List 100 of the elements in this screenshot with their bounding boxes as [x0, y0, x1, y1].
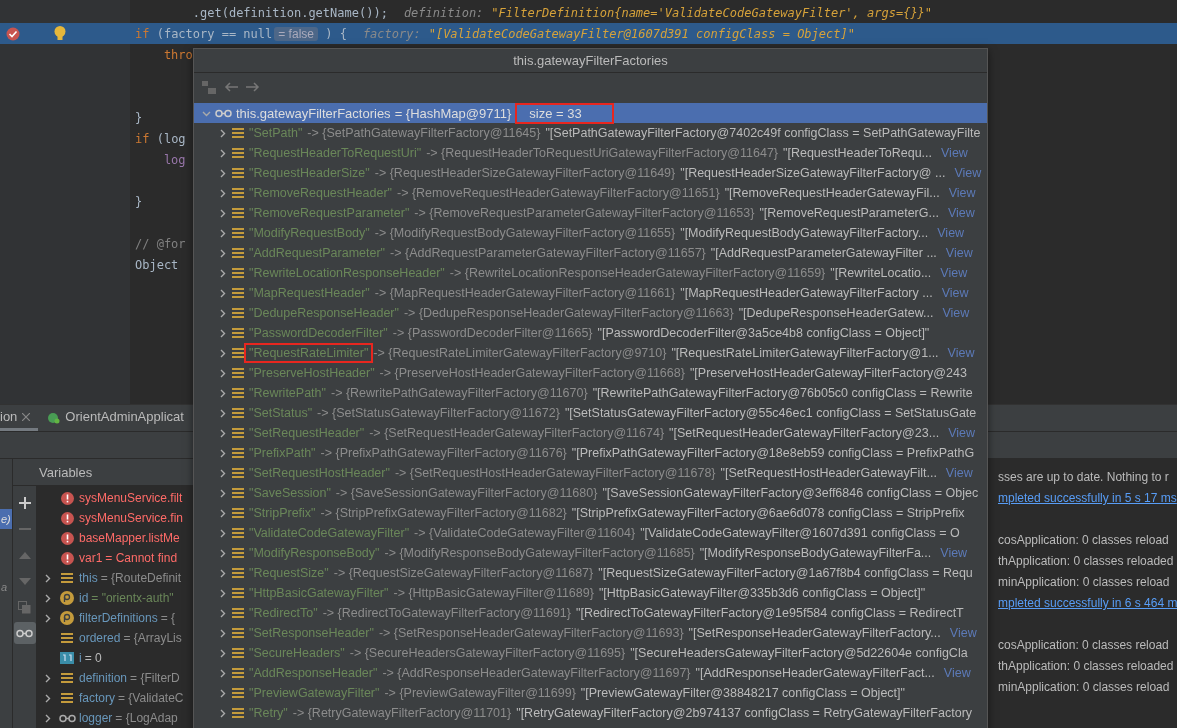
- entry-key: "PreserveHostHeader": [244, 363, 380, 383]
- console-line: sses are up to date. Nothing to r: [998, 469, 1170, 486]
- list-icon: [232, 567, 244, 579]
- entry-value: "[SetPathGatewayFilterFactory@7402c49f configClass = SetPathGatewayFilte: [545, 126, 981, 140]
- view-link[interactable]: View: [947, 346, 975, 360]
- entry-type: -> {PrefixPathGatewayFilterFactory@11676}: [320, 446, 567, 460]
- view-link[interactable]: View: [947, 206, 975, 220]
- console-link[interactable]: mpleted successfully in 6 s 464 m: [998, 593, 1177, 614]
- entry-value: "[ModifyRequestBodyGatewayFilterFactory...: [680, 226, 929, 240]
- entry-value: "[RequestSizeGatewayFilterFactory@1a67f8b4 configClass = Requ: [598, 566, 973, 580]
- session-tab[interactable]: OrientAdminApplicat: [46, 405, 192, 431]
- entry-value: "[HttpBasicGatewayFilter@335b3d6 configClass = Object]": [598, 586, 926, 600]
- tree-root-row[interactable]: this.gatewayFilterFactories = {HashMap@9711} size = 33: [194, 103, 987, 123]
- glasses-icon: [16, 628, 33, 638]
- console-line: cosApplication: 0 classes reload: [998, 532, 1170, 549]
- frame-item[interactable]: a: [0, 577, 12, 597]
- entry-type: -> {PasswordDecoderFilter@11665}: [392, 326, 593, 340]
- glasses-icon: [58, 713, 76, 723]
- view-link[interactable]: View: [937, 226, 965, 240]
- triangle-down-icon: [18, 577, 31, 585]
- console-link[interactable]: mpleted successfully in 5 s 17 ms: [998, 488, 1177, 509]
- entry-value: "[RedirectToGatewayFilterFactory@1e95f584 configClass = RedirectT: [575, 606, 964, 620]
- field-icon: [60, 591, 74, 605]
- back-arrow-icon[interactable]: [224, 82, 238, 92]
- code-text: .get(definition.getName());: [191, 5, 388, 20]
- view-link[interactable]: View: [943, 666, 971, 680]
- list-icon: [232, 447, 244, 459]
- lightbulb-icon[interactable]: [54, 26, 66, 41]
- list-icon: [232, 267, 244, 279]
- entry-key: "PrefixPath": [244, 443, 321, 463]
- view-link[interactable]: View: [948, 186, 976, 200]
- console-line: cosApplication: 0 classes reload: [998, 637, 1170, 654]
- frame-item[interactable]: e): [0, 509, 12, 529]
- view-link[interactable]: View: [941, 286, 969, 300]
- root-value: = {HashMap@9711}: [394, 105, 512, 121]
- variable-name: logger: [79, 711, 113, 725]
- list-icon: [232, 427, 244, 439]
- close-icon: [22, 412, 31, 421]
- entry-key: "SetResponseHeader": [244, 623, 379, 643]
- console-line: thApplication: 0 classes reloaded: [998, 658, 1175, 675]
- entry-key: "SaveSession": [244, 483, 336, 503]
- code-text: thro: [162, 47, 193, 62]
- view-link[interactable]: View: [940, 546, 968, 560]
- inline-debug-hint: "[ValidateCodeGatewayFilter@1607d391 configClass = Object]": [428, 26, 855, 41]
- entry-key: "RequestRateLimiter": [244, 343, 374, 363]
- list-icon: [232, 207, 244, 219]
- list-icon: [232, 167, 244, 179]
- entry-value: "[SaveSessionGatewayFilterFactory@3eff6846 configClass = Objec: [602, 486, 979, 500]
- entry-value: "[SetRequestHostHeaderGatewayFilt...: [720, 466, 937, 480]
- view-link[interactable]: View: [954, 166, 982, 180]
- toolbar-button[interactable]: [13, 622, 36, 644]
- entry-key: "SetPath": [244, 123, 308, 143]
- console-line: minApplication: 0 classes reload: [998, 679, 1171, 696]
- entry-key: "RequestHeaderSize": [244, 163, 375, 183]
- entry-type: -> {MapRequestHeaderGatewayFilterFactory@11661}: [374, 286, 676, 300]
- entry-key: "Retry": [244, 703, 293, 723]
- entry-key: "PreviewGatewayFilter": [244, 683, 385, 703]
- code-text: (factory == null: [155, 26, 273, 41]
- entry-value: "[PreviewGatewayFilter@38848217 configClass = Object]": [580, 686, 905, 700]
- entry-type: -> {ModifyRequestBodyGatewayFilterFactory@11655}: [374, 226, 676, 240]
- list-icon: [232, 247, 244, 259]
- view-link[interactable]: View: [942, 306, 970, 320]
- variable-name: i: [79, 651, 82, 665]
- view-link[interactable]: View: [940, 266, 968, 280]
- session-tab[interactable]: ion: [0, 405, 39, 431]
- list-icon: [232, 127, 244, 139]
- entry-type: -> {RemoveRequestHeaderGatewayFilterFactory@11651}: [397, 186, 720, 200]
- entry-type: -> {DedupeResponseHeaderGatewayFilterFactory@11663}: [403, 306, 734, 320]
- entry-type: -> {RequestRateLimiterGatewayFilterFactory@9710}: [373, 346, 667, 360]
- entry-key: "DedupeResponseHeader": [244, 303, 404, 323]
- list-icon: [61, 632, 73, 644]
- view-link[interactable]: View: [945, 246, 973, 260]
- entry-key: "RewritePath": [244, 383, 331, 403]
- entry-value: "[RewritePathGatewayFilterFactory@76b05c0 configClass = Rewrite: [592, 386, 973, 400]
- entry-type: -> {SetPathGatewayFilterFactory@11645}: [307, 126, 541, 140]
- variable-value: = {ArrayLis: [123, 631, 182, 645]
- entry-key: "RemoveRequestHeader": [244, 183, 397, 203]
- entry-type: -> {StripPrefixGatewayFilterFactory@11682}: [320, 506, 567, 520]
- entry-value: "[StripPrefixGatewayFilterFactory@6ae6d078 configClass = StripPrefix: [571, 506, 965, 520]
- entry-key: "SetStatus": [244, 403, 318, 423]
- view-link[interactable]: View: [948, 426, 975, 440]
- list-icon: [232, 287, 244, 299]
- console-line: thApplication: 0 classes reloaded: [998, 553, 1175, 570]
- entry-type: -> {SetStatusGatewayFilterFactory@11672}: [317, 406, 560, 420]
- entry-value: "[RemoveRequestParameterG...: [759, 206, 939, 220]
- entry-value: "[MapRequestHeaderGatewayFilterFactory ...: [680, 286, 933, 300]
- entry-type: -> {AddResponseHeaderGatewayFilterFactory@11697}: [382, 666, 691, 680]
- view-link[interactable]: View: [941, 146, 968, 160]
- entry-value: "[PrefixPathGatewayFilterFactory@18e8eb59 configClass = PrefixPathG: [571, 446, 975, 460]
- error-icon: [60, 531, 74, 545]
- variable-name: factory: [79, 691, 115, 705]
- forward-arrow-icon[interactable]: [246, 82, 260, 92]
- entry-type: -> {RemoveRequestParameterGatewayFilterFactory@11653}: [414, 206, 755, 220]
- view-link[interactable]: View: [945, 466, 973, 480]
- entry-value: "[PreserveHostHeaderGatewayFilterFactory@243: [689, 366, 967, 380]
- list-icon: [61, 672, 73, 684]
- breakpoint-icon[interactable]: [6, 26, 20, 41]
- view-link[interactable]: View: [949, 626, 977, 640]
- list-icon: [232, 647, 244, 659]
- copy-icon: [18, 600, 31, 614]
